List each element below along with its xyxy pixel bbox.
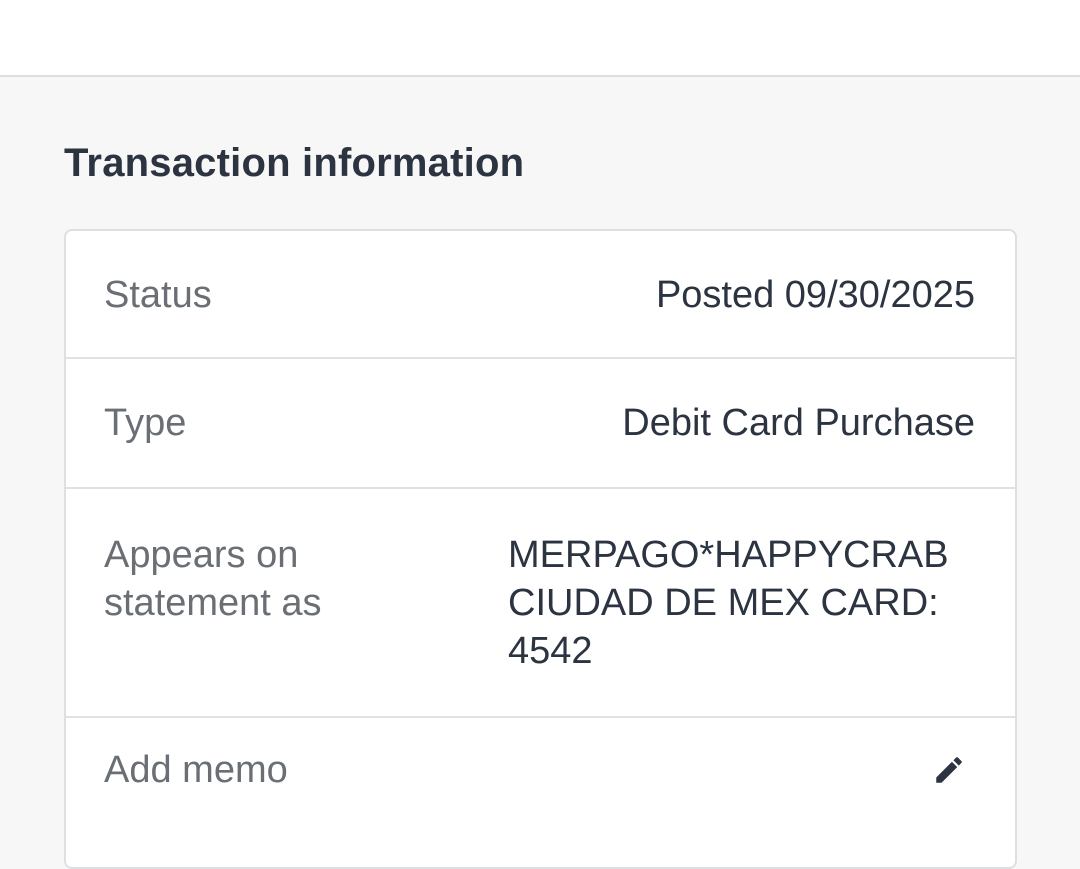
status-label: Status (104, 274, 212, 316)
transaction-info-card: Status Posted 09/30/2025 Type Debit Card… (64, 229, 1017, 869)
type-label: Type (104, 402, 187, 444)
top-bar (0, 0, 1080, 77)
statement-row: Appears on statement as MERPAGO*HAPPYCRA… (66, 489, 1015, 718)
type-row: Type Debit Card Purchase (66, 359, 1015, 489)
section-title: Transaction information (64, 141, 525, 185)
add-memo-row[interactable]: Add memo (66, 718, 1015, 868)
type-value: Debit Card Purchase (622, 402, 975, 444)
statement-label: Appears on statement as (104, 534, 322, 624)
status-row: Status Posted 09/30/2025 (66, 231, 1015, 359)
memo-label: Add memo (104, 749, 288, 791)
status-value: Posted 09/30/2025 (655, 274, 975, 316)
statement-value: MERPAGO*HAPPYCRAB CIUDAD DE MEX CARD: 45… (508, 534, 949, 672)
pencil-icon[interactable] (932, 753, 966, 787)
